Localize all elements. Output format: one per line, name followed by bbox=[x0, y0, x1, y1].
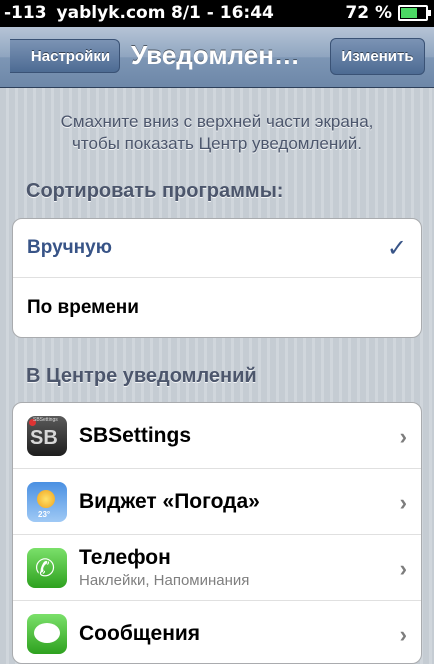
info-text: Смахните вниз с верхней части экрана, чт… bbox=[0, 111, 434, 155]
speech-bubble-icon bbox=[34, 623, 60, 643]
app-subtitle: Наклейки, Напоминания bbox=[79, 572, 250, 589]
icon-temperature: 23° bbox=[38, 509, 51, 519]
sort-option-label: По времени bbox=[27, 296, 139, 318]
app-name: SBSettings bbox=[79, 423, 192, 447]
notification-center-header: В Центре уведомлений bbox=[26, 365, 257, 387]
app-text: SBSettings bbox=[79, 424, 191, 448]
back-button[interactable]: Настройки bbox=[10, 39, 120, 73]
chevron-right-icon: › bbox=[399, 556, 407, 581]
app-text: Сообщения bbox=[79, 622, 200, 646]
info-line: Смахните вниз с верхней части экрана, bbox=[60, 112, 374, 131]
app-row-sbsettings[interactable]: SBSettings SB SBSettings › bbox=[13, 403, 421, 469]
app-text: Телефон Наклейки, Напоминания bbox=[79, 546, 249, 589]
chevron-right-icon: › bbox=[399, 424, 407, 449]
sort-section-header: Сортировать программы: bbox=[26, 180, 284, 202]
status-bar: -113 yablyk.com 8/1 - 16:44 72 % bbox=[0, 0, 434, 27]
page-title: Уведомлен… bbox=[131, 40, 300, 70]
app-name: Телефон bbox=[79, 546, 171, 569]
app-text: Виджет «Погода» bbox=[79, 490, 260, 514]
app-row-weather-widget[interactable]: 23° Виджет «Погода» › bbox=[13, 469, 421, 535]
sun-icon bbox=[37, 489, 55, 508]
app-row-phone[interactable]: ✆ Телефон Наклейки, Напоминания › bbox=[13, 535, 421, 601]
sbsettings-icon: SBSettings SB bbox=[27, 415, 67, 456]
app-row-messages[interactable]: Сообщения › bbox=[13, 601, 421, 663]
handset-icon: ✆ bbox=[35, 554, 56, 582]
messages-icon bbox=[27, 614, 67, 654]
sort-option-label: Вручную bbox=[27, 237, 112, 258]
status-left: -113 yablyk.com bbox=[4, 3, 175, 23]
navigation-bar: Настройки Уведомлен… Изменить bbox=[0, 27, 434, 88]
icon-letters: SB bbox=[30, 426, 58, 449]
edit-button[interactable]: Изменить bbox=[330, 38, 425, 75]
checkmark-icon: ✓ bbox=[386, 235, 407, 262]
signal-strength: -113 bbox=[4, 3, 47, 23]
sort-option-by-time[interactable]: По времени bbox=[13, 278, 421, 337]
carrier-name: yablyk.com bbox=[56, 3, 166, 23]
notification-apps-group: SBSettings SB SBSettings › 23° Виджет «П… bbox=[12, 402, 422, 664]
status-time: 8/1 - 16:44 bbox=[171, 3, 274, 23]
weather-icon: 23° bbox=[27, 481, 67, 522]
chevron-right-icon: › bbox=[399, 490, 407, 515]
battery-percent: 72 % bbox=[345, 3, 392, 23]
battery-icon bbox=[398, 5, 431, 21]
app-name: Сообщения bbox=[79, 622, 201, 645]
phone-icon: ✆ bbox=[27, 547, 67, 588]
battery-fill bbox=[401, 8, 417, 18]
sort-options-group: Вручную ✓ По времени bbox=[12, 218, 422, 338]
app-name: Виджет «Погода» bbox=[79, 489, 260, 513]
chevron-right-icon: › bbox=[399, 622, 407, 647]
info-line: чтобы показать Центр уведомлений. bbox=[72, 134, 362, 153]
sort-option-manual[interactable]: Вручную ✓ bbox=[13, 219, 421, 278]
icon-caption: SBSettings bbox=[33, 416, 58, 423]
status-right: 72 % bbox=[345, 3, 431, 23]
